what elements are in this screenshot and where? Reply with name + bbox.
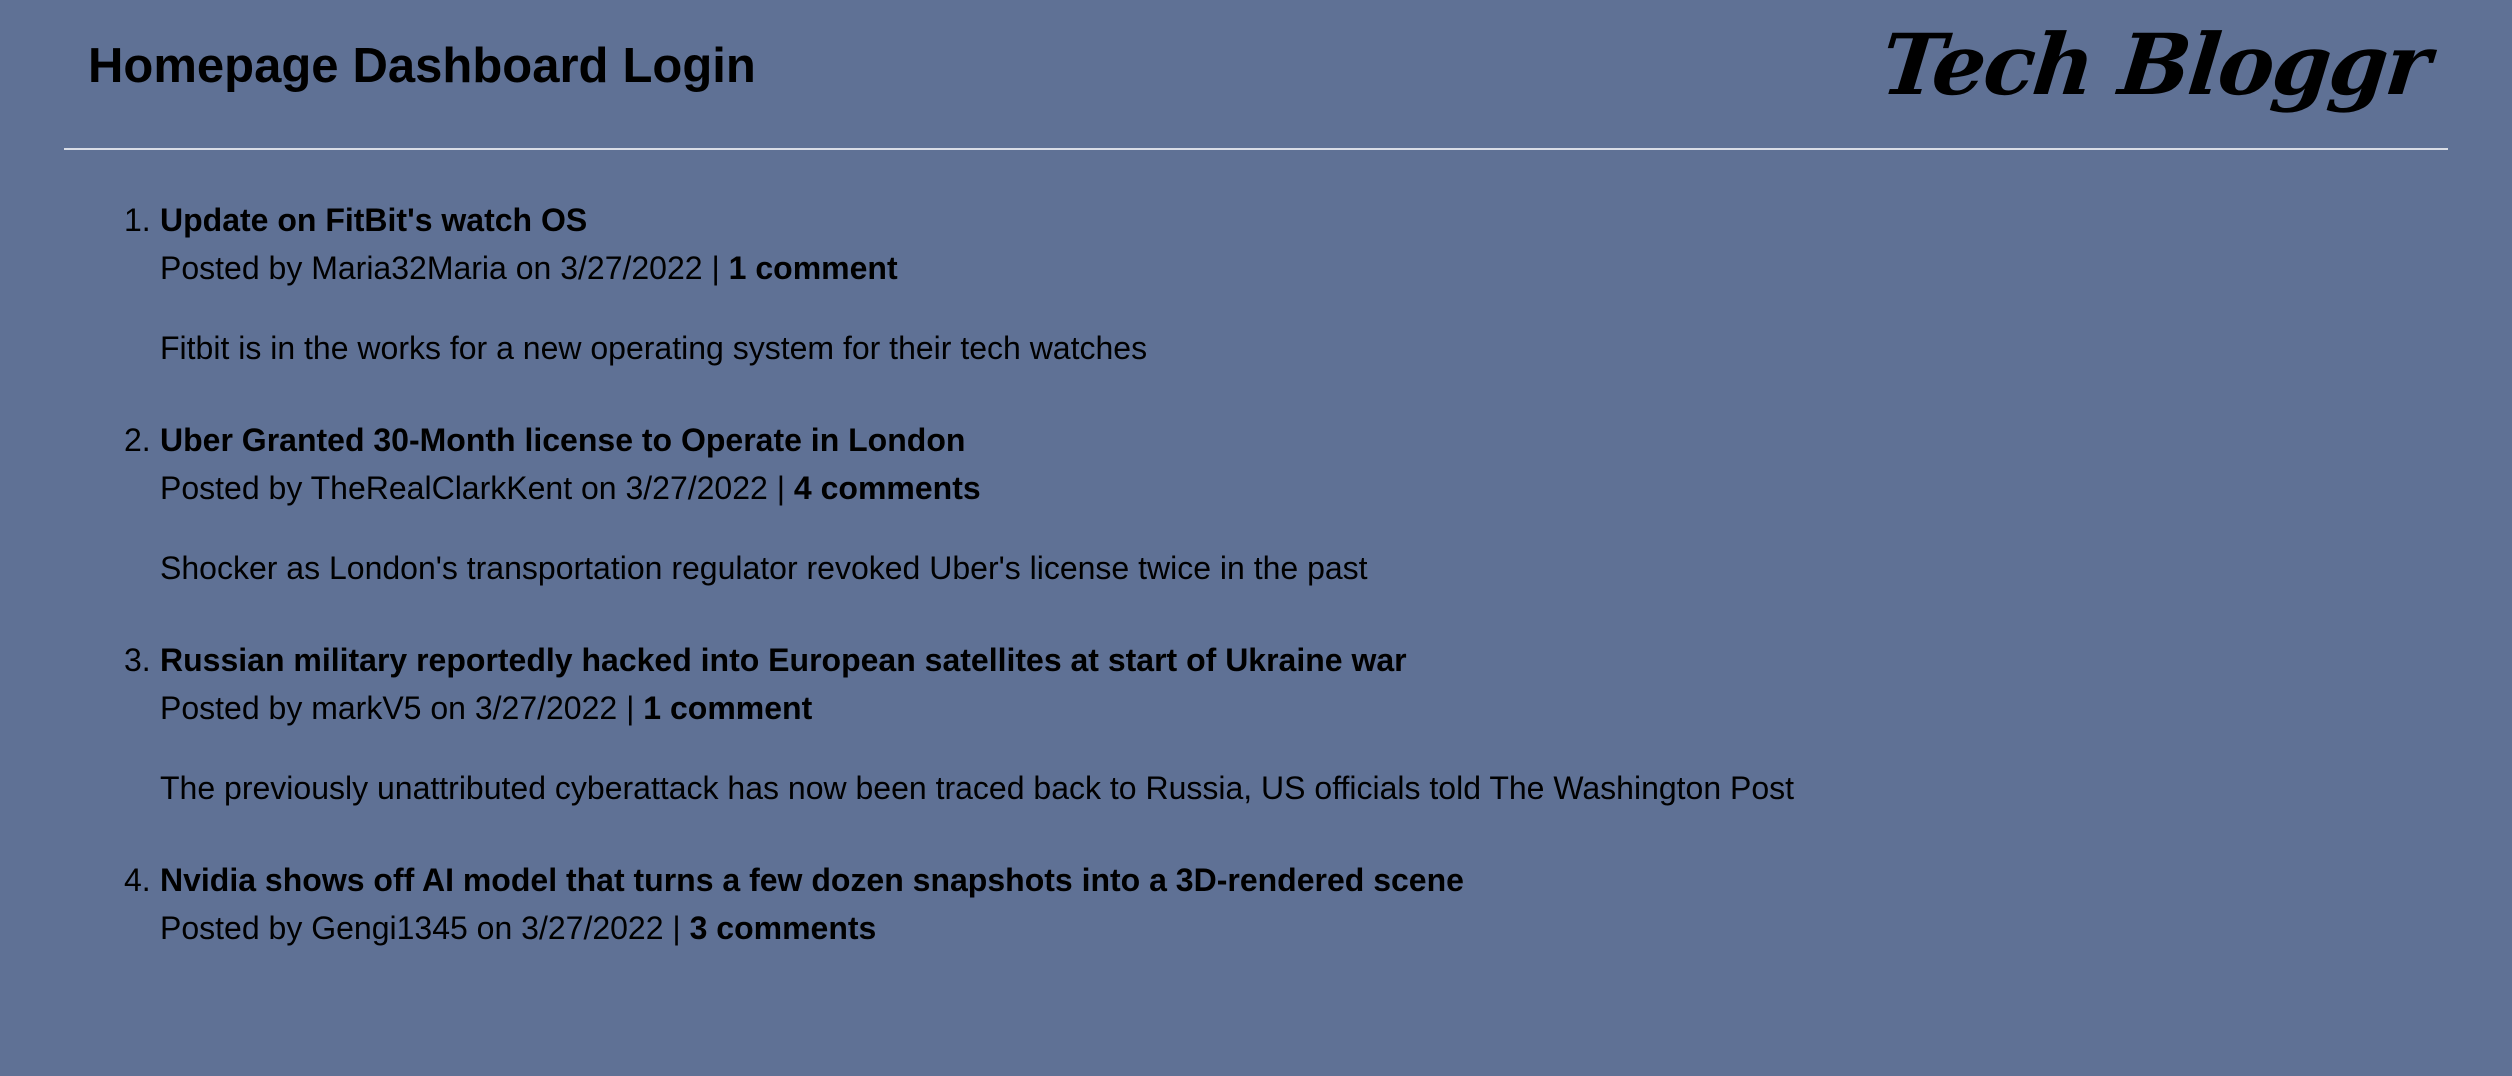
post-on-label: on	[430, 690, 466, 726]
main-nav: Homepage Dashboard Login	[88, 36, 756, 96]
post-item: 1. Update on FitBit's watch OS Posted by…	[124, 196, 2360, 416]
comments-link[interactable]: 3 comments	[690, 910, 877, 946]
post-author: Gengi1345	[311, 910, 468, 946]
post-title-link[interactable]: Update on FitBit's watch OS	[160, 196, 2360, 244]
posted-by-label: Posted by	[160, 910, 303, 946]
meta-separator: |	[626, 690, 635, 726]
post-description: The previously unattributed cyberattack …	[160, 770, 1795, 806]
post-date: 3/27/2022	[521, 910, 664, 946]
post-number: 3.	[124, 642, 151, 678]
posted-by-label: Posted by	[160, 690, 303, 726]
post-item: 4. Nvidia shows off AI model that turns …	[124, 856, 2360, 1076]
comments-link[interactable]: 1 comment	[729, 250, 898, 286]
posted-by-label: Posted by	[160, 470, 303, 506]
post-title-link[interactable]: Russian military reportedly hacked into …	[160, 636, 2360, 684]
meta-separator: |	[672, 910, 681, 946]
post-meta: Posted by TheRealClarkKent on 3/27/2022 …	[160, 464, 2360, 512]
site-header: Homepage Dashboard Login Tech Bloggr	[64, 0, 2448, 150]
meta-separator: |	[776, 470, 786, 506]
comments-link[interactable]: 1 comment	[643, 690, 812, 726]
post-date: 3/27/2022	[560, 250, 703, 286]
post-item: 2. Uber Granted 30-Month license to Oper…	[124, 416, 2360, 636]
post-list: 1. Update on FitBit's watch OS Posted by…	[124, 196, 2360, 1076]
post-on-label: on	[515, 250, 552, 286]
post-on-label: on	[580, 470, 617, 506]
meta-separator: |	[711, 250, 720, 286]
post-number: 2.	[124, 422, 151, 458]
post-meta: Posted by Maria32Maria on 3/27/2022 | 1 …	[160, 244, 2360, 292]
post-author: TheRealClarkKent	[310, 470, 573, 506]
brand-logo: Tech Bloggr	[1876, 15, 2434, 114]
post-item: 3. Russian military reportedly hacked in…	[124, 636, 2360, 856]
post-title-link[interactable]: Nvidia shows off AI model that turns a f…	[160, 856, 2360, 904]
post-author: markV5	[311, 690, 422, 726]
post-title-link[interactable]: Uber Granted 30-Month license to Operate…	[160, 416, 2360, 464]
post-number: 1.	[124, 202, 151, 238]
nav-homepage-link[interactable]: Homepage	[88, 36, 339, 96]
post-date: 3/27/2022	[625, 470, 768, 506]
post-description: Fitbit is in the works for a new operati…	[160, 330, 1148, 366]
posted-by-label: Posted by	[160, 250, 303, 286]
comments-link[interactable]: 4 comments	[794, 470, 981, 506]
post-on-label: on	[476, 910, 513, 946]
post-description: Shocker as London's transportation regul…	[160, 550, 1368, 586]
post-date: 3/27/2022	[474, 690, 618, 726]
nav-dashboard-link[interactable]: Dashboard	[353, 36, 609, 96]
post-meta: Posted by Gengi1345 on 3/27/2022 | 3 com…	[160, 904, 2360, 952]
post-number: 4.	[124, 862, 151, 898]
post-meta: Posted by markV5 on 3/27/2022 | 1 commen…	[160, 684, 2360, 732]
post-author: Maria32Maria	[311, 250, 507, 286]
nav-login-link[interactable]: Login	[622, 36, 755, 96]
